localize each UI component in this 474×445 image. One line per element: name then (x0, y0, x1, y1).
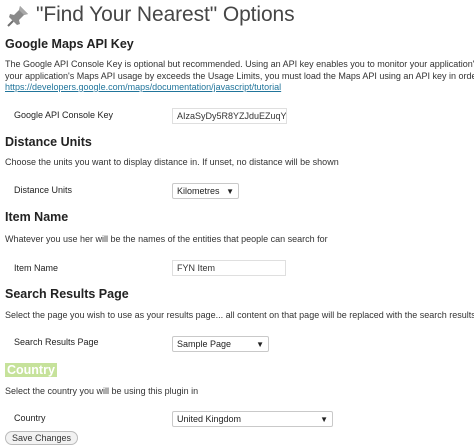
api-key-description-line1: The Google API Console Key is optional b… (5, 59, 474, 69)
search-results-selected-value: Sample Page (177, 339, 232, 349)
country-label: Country (14, 413, 46, 423)
dropdown-arrow-icon: ▼ (256, 340, 264, 349)
country-selected-value: United Kingdom (177, 414, 242, 424)
api-key-label: Google API Console Key (14, 110, 114, 120)
country-select[interactable]: United Kingdom ▼ (172, 411, 333, 427)
distance-units-select[interactable]: Kilometres ▼ (172, 183, 239, 199)
api-key-description-line2: your application's Maps API usage by exc… (5, 71, 474, 81)
distance-units-label: Distance Units (14, 185, 73, 195)
distance-units-heading: Distance Units (5, 135, 92, 149)
pushpin-icon (6, 4, 30, 28)
item-name-label: Item Name (14, 263, 59, 273)
item-name-heading: Item Name (5, 210, 69, 224)
distance-units-description: Choose the units you want to display dis… (5, 157, 339, 167)
page-title: "Find Your Nearest" Options (36, 3, 295, 26)
api-docs-link[interactable]: https://developers.google.com/maps/docum… (5, 82, 281, 92)
search-results-label: Search Results Page (14, 337, 99, 347)
api-key-heading: Google Maps API Key (5, 37, 134, 51)
distance-units-selected-value: Kilometres (177, 186, 220, 196)
dropdown-arrow-icon: ▼ (320, 415, 328, 424)
api-key-input[interactable]: AIzaSyDy5R8YZJduEZuqY (172, 108, 287, 124)
search-results-heading: Search Results Page (5, 287, 129, 301)
country-heading-text: Country (5, 363, 57, 377)
item-name-input[interactable]: FYN Item (172, 260, 286, 276)
search-results-select[interactable]: Sample Page ▼ (172, 336, 269, 352)
country-heading: Country (5, 363, 57, 377)
dropdown-arrow-icon: ▼ (226, 187, 234, 196)
search-results-description: Select the page you wish to use as your … (5, 310, 474, 320)
item-name-description: Whatever you use her will be the names o… (5, 234, 328, 244)
country-description: Select the country you will be using thi… (5, 386, 199, 396)
